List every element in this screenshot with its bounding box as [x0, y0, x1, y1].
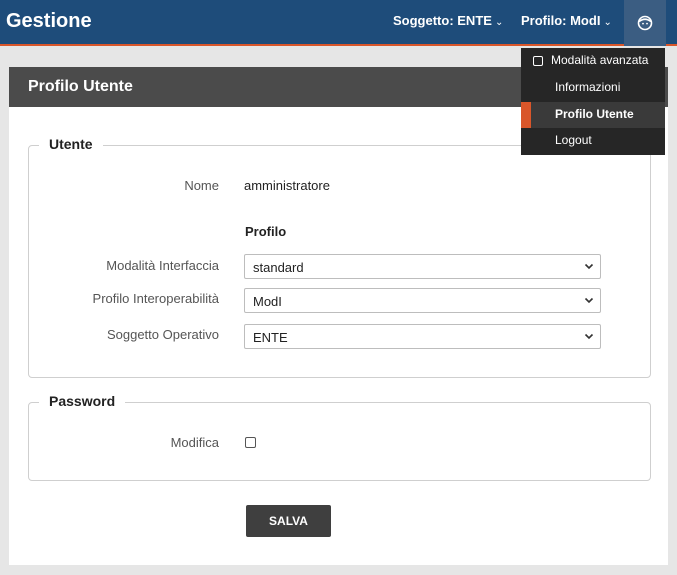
chevron-down-icon [584, 263, 594, 270]
nome-label: Nome [184, 178, 219, 193]
password-legend: Password [39, 393, 126, 409]
soggetto-operativo-value: ENTE [253, 330, 288, 345]
profilo-heading: Profilo [245, 224, 287, 239]
top-navbar: Gestione Soggetto: ENTE ⌄ Profilo: ModI ⌄ [0, 0, 677, 46]
soggetto-menu[interactable]: Soggetto: ENTE ⌄ [393, 13, 503, 28]
nome-value: amministratore [244, 178, 330, 193]
modifica-password-checkbox[interactable] [245, 437, 256, 448]
page-title: Profilo Utente [28, 78, 133, 95]
soggetto-operativo-label: Soggetto Operativo [106, 327, 219, 342]
active-indicator [521, 102, 531, 128]
modalita-interfaccia-value: standard [253, 260, 304, 275]
modalita-interfaccia-label: Modalità Interfaccia [106, 258, 219, 273]
app-title[interactable]: Gestione [6, 10, 92, 33]
user-menu-button[interactable] [624, 0, 666, 46]
chevron-down-icon: ⌄ [494, 17, 504, 28]
dropdown-item-label: Profilo Utente [555, 107, 634, 121]
profilo-interoperabilita-value: ModI [253, 294, 282, 309]
profilo-interoperabilita-select[interactable]: ModI [244, 288, 601, 313]
chevron-down-icon: ⌄ [603, 17, 612, 28]
profilo-interoperabilita-label: Profilo Interoperabilità [92, 291, 219, 306]
dropdown-item-label: Logout [555, 133, 592, 147]
chevron-down-icon [584, 333, 594, 340]
modalita-interfaccia-select[interactable]: standard [244, 254, 601, 279]
dropdown-item-label: Informazioni [555, 80, 621, 94]
dropdown-item-logout[interactable]: Logout [521, 128, 665, 154]
profilo-menu-label: Profilo: ModI [521, 13, 601, 28]
soggetto-operativo-select[interactable]: ENTE [244, 324, 601, 349]
modifica-label: Modifica [170, 435, 219, 450]
save-button[interactable]: SALVA [246, 505, 331, 537]
modalita-avanzata-checkbox[interactable] [533, 56, 543, 66]
utente-legend: Utente [39, 136, 103, 152]
dropdown-item-informazioni[interactable]: Informazioni [521, 75, 665, 101]
soggetto-menu-label: Soggetto: ENTE [393, 13, 492, 28]
dropdown-item-modalita-avanzata[interactable]: Modalità avanzata [521, 48, 665, 74]
chevron-down-icon [584, 297, 594, 304]
dropdown-item-profilo-utente[interactable]: Profilo Utente [521, 102, 665, 128]
user-dropdown-menu: Modalità avanzata Informazioni Profilo U… [521, 48, 665, 155]
user-face-icon [637, 15, 653, 31]
dropdown-item-label: Modalità avanzata [551, 53, 649, 67]
profilo-menu[interactable]: Profilo: ModI ⌄ [521, 13, 612, 28]
